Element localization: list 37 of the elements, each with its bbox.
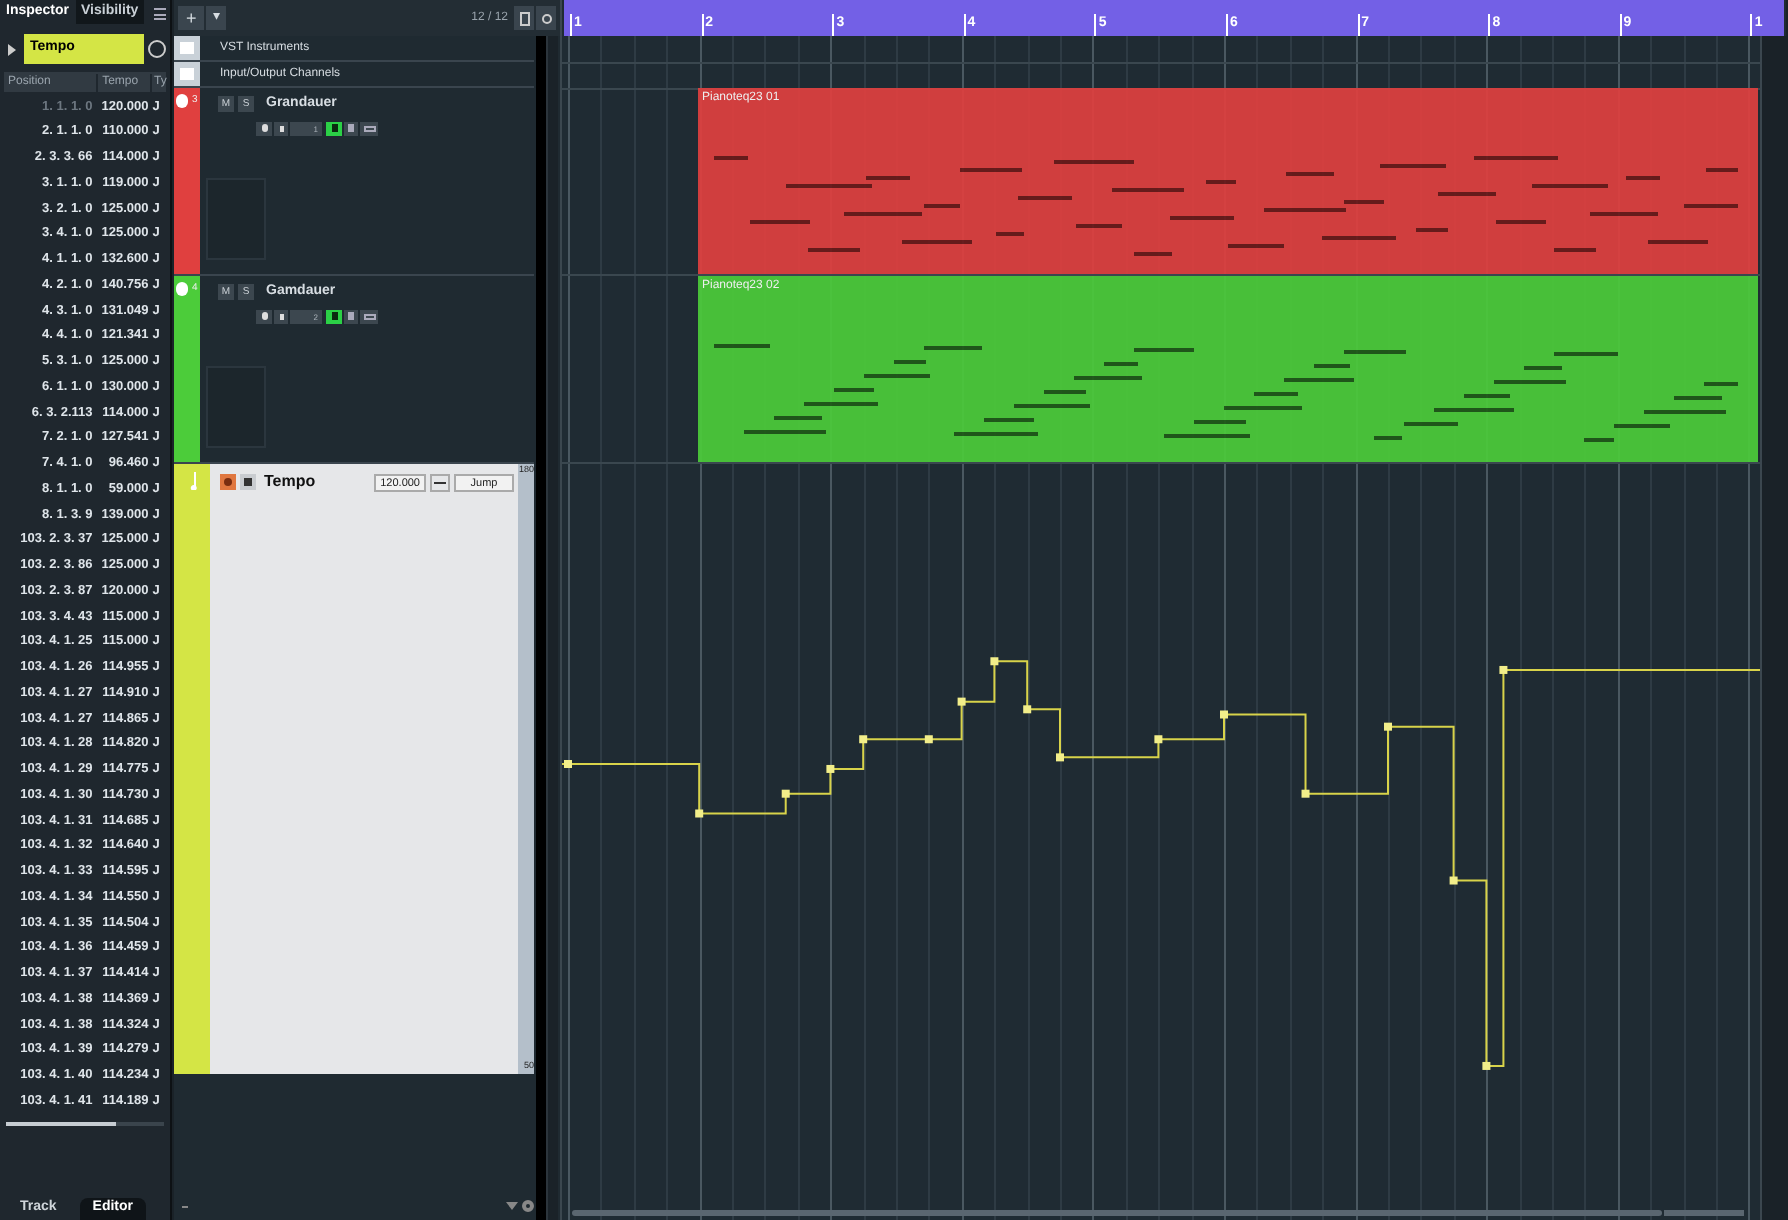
track-name[interactable]: Tempo (264, 470, 316, 494)
edit-icon[interactable] (360, 121, 378, 135)
tempo-point[interactable] (695, 809, 704, 818)
tempo-point[interactable] (1499, 665, 1508, 674)
tempo-point[interactable] (781, 789, 790, 798)
horizontal-scrollbar[interactable] (572, 1210, 1662, 1216)
read-automation-button[interactable] (326, 121, 342, 135)
play-icon[interactable] (8, 43, 16, 55)
write-automation-icon[interactable] (344, 121, 358, 135)
menu-icon[interactable] (154, 8, 166, 20)
tempo-point[interactable] (990, 657, 999, 666)
vertical-scrollbar[interactable] (1760, 36, 1786, 1220)
write-automation-icon[interactable] (344, 309, 358, 323)
tempo-point[interactable] (1154, 735, 1163, 744)
tempo-point[interactable] (826, 764, 835, 773)
tempo-point[interactable] (1301, 789, 1310, 798)
note-icon (187, 472, 197, 490)
tempo-point[interactable] (1384, 722, 1392, 731)
ramp-icon[interactable] (430, 473, 450, 491)
tempo-point[interactable] (924, 735, 933, 744)
edit-icon[interactable] (360, 309, 378, 323)
tempo-point[interactable] (859, 735, 868, 744)
tempo-point[interactable] (957, 697, 966, 706)
tempo-point[interactable] (1023, 705, 1032, 714)
caret-icon[interactable] (506, 1202, 518, 1210)
tempo-point[interactable] (1449, 876, 1458, 885)
read-automation-button[interactable] (326, 309, 342, 323)
tool-icon[interactable] (240, 474, 256, 490)
speaker-icon[interactable] (274, 309, 288, 323)
search-icon[interactable] (536, 6, 556, 30)
speaker-icon[interactable] (274, 121, 288, 135)
tempo-point[interactable] (1482, 1061, 1491, 1070)
monitor-icon[interactable] (256, 121, 272, 135)
add-track-button[interactable]: + (178, 6, 205, 30)
document-icon[interactable] (514, 6, 534, 30)
track-color-strip[interactable] (174, 464, 210, 1074)
monitor-icon[interactable] (256, 309, 272, 323)
